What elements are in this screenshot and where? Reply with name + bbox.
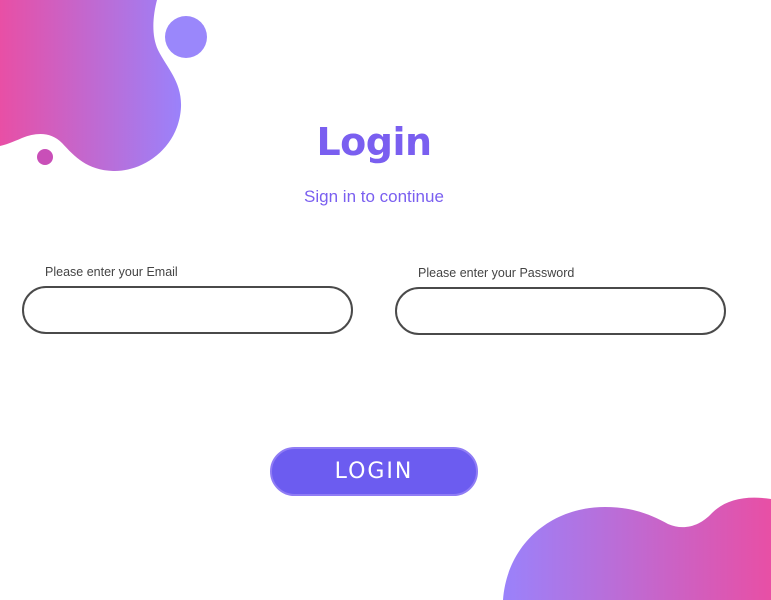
email-label: Please enter your Email xyxy=(45,265,178,279)
page-title: Login xyxy=(316,120,432,164)
password-field[interactable] xyxy=(395,287,726,335)
page-subtitle: Sign in to continue xyxy=(304,187,444,206)
login-button[interactable]: LOGIN xyxy=(270,447,478,496)
login-page: Login Sign in to continue Please enter y… xyxy=(0,0,771,600)
email-field[interactable] xyxy=(22,286,353,334)
password-label: Please enter your Password xyxy=(418,266,575,280)
login-button-label: LOGIN xyxy=(334,459,414,484)
